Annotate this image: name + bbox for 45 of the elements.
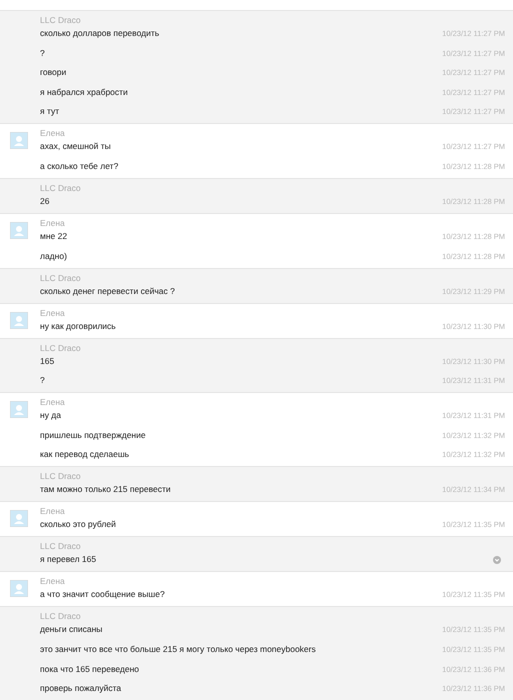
message-text: как перевод сделаешь	[40, 448, 130, 462]
sender-name: LLC Draco	[40, 272, 81, 285]
message-text: ?	[40, 46, 45, 60]
avatar-icon	[10, 580, 28, 598]
message-text: а сколько тебе лет?	[40, 160, 118, 173]
avatar-icon	[10, 510, 28, 528]
avatar-icon	[10, 312, 28, 329]
message-text: мне 22	[40, 230, 68, 243]
sender-name: LLC Draco	[40, 610, 81, 624]
message-text: сколько долларов переводить	[40, 27, 160, 40]
sender-name: Елена	[40, 505, 65, 518]
message-text: говори	[40, 66, 66, 80]
message-text: 26	[40, 194, 50, 208]
message-text: а что значит сообщение выше?	[40, 588, 165, 602]
avatar-icon	[10, 222, 28, 239]
sender-name: LLC Draco	[40, 342, 81, 355]
message-text: я тут	[40, 105, 60, 118]
message-text: сколько денег перевести сейчас ?	[40, 284, 175, 298]
sender-name: Елена	[40, 575, 65, 588]
message-text: деньги списаны	[40, 623, 102, 636]
message-text: ахах, смешной ты	[40, 140, 111, 154]
sender-name: Елена	[40, 216, 65, 230]
sender-name: LLC Draco	[40, 470, 81, 484]
message-text: ну как договрились	[40, 320, 116, 333]
sender-name: LLC Draco	[40, 182, 81, 195]
message-text: 165	[40, 354, 54, 368]
message-text: ?	[40, 374, 45, 388]
sender-name: LLC Draco	[40, 14, 81, 27]
message-text: ну да	[40, 409, 61, 422]
avatar-icon	[10, 132, 28, 150]
message-text: я набрался храбрости	[40, 86, 128, 99]
sender-name: Елена	[40, 306, 65, 320]
message-text: там можно только 215 перевести	[40, 483, 171, 496]
status-icon[interactable]	[493, 556, 501, 564]
message-text: ладно)	[40, 250, 67, 263]
message-text: пока что 165 переведено	[40, 662, 140, 676]
message-text: пришлешь подтверждение	[40, 428, 146, 442]
message-text: проверь пожалуйста	[40, 682, 122, 696]
message-text: я перевел 165	[40, 553, 96, 566]
sender-name: LLC Draco	[40, 540, 81, 554]
message-text: сколько это рублей	[40, 518, 116, 532]
avatar-icon	[10, 401, 28, 418]
sender-name: Елена	[40, 396, 65, 410]
sender-name: Елена	[40, 127, 65, 140]
message-text: это занчит что все что больше 215 я могу только через moneybookers	[40, 642, 316, 656]
